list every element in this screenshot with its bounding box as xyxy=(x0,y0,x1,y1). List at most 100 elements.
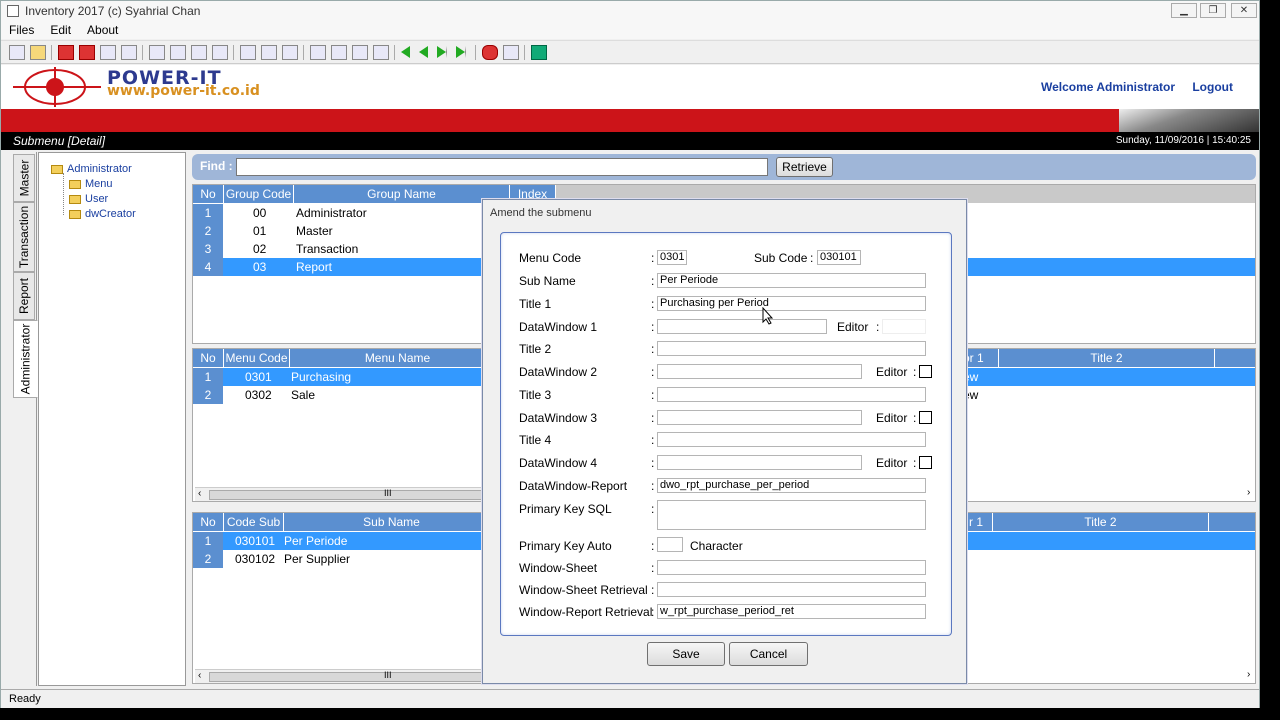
title-bar: Inventory 2017 (c) Syahrial Chan ▁ ❐ ✕ xyxy=(1,1,1259,21)
menu-about[interactable]: About xyxy=(79,23,126,37)
save-icon[interactable] xyxy=(9,44,25,60)
col-code-sub[interactable]: Code Sub xyxy=(224,513,284,531)
first-record-icon[interactable] xyxy=(401,46,410,58)
col-no[interactable]: No xyxy=(193,513,224,531)
tab-administrator[interactable]: Administrator xyxy=(13,320,38,398)
editor1-field[interactable] xyxy=(882,319,926,334)
table-icon[interactable] xyxy=(373,44,389,60)
heart-icon[interactable] xyxy=(482,44,498,60)
exit-icon[interactable] xyxy=(531,44,547,60)
columns-icon[interactable] xyxy=(170,44,186,60)
window-title: Inventory 2017 (c) Syahrial Chan xyxy=(25,4,201,18)
menu-code-field[interactable]: 0301 xyxy=(657,250,687,265)
filter-icon[interactable] xyxy=(282,44,298,60)
col-menu-name[interactable]: Menu Name xyxy=(290,349,506,367)
find-input[interactable] xyxy=(236,158,768,176)
editor3-checkbox[interactable] xyxy=(919,411,932,424)
window-sheet-field[interactable] xyxy=(657,560,926,575)
horizontal-scrollbar[interactable]: ‹ III xyxy=(195,487,485,501)
keyboard-image xyxy=(1119,109,1259,132)
col-group-name[interactable]: Group Name xyxy=(294,185,510,203)
subheader-bar: Submenu [Detail] Sunday, 11/09/2016 | 15… xyxy=(1,132,1259,150)
copy-icon[interactable] xyxy=(331,44,347,60)
retrieve-button[interactable]: Retrieve xyxy=(776,157,833,177)
title4-label: Title 4 xyxy=(519,433,552,447)
window-icon[interactable] xyxy=(121,44,137,60)
form-icon[interactable] xyxy=(261,44,277,60)
tab-master[interactable]: Master xyxy=(13,154,35,202)
tree-node-dwcreator[interactable]: dwCreator xyxy=(69,208,136,220)
amend-submenu-dialog: Amend the submenu Menu Code : 0301 Sub C… xyxy=(482,199,967,684)
new-doc-icon[interactable] xyxy=(240,44,256,60)
app-header: POWER-IT www.power-it.co.id Welcome Admi… xyxy=(1,65,1259,109)
scroll-right-icon[interactable]: › xyxy=(1247,669,1250,680)
horizontal-scrollbar[interactable]: ‹ III xyxy=(195,669,485,683)
menu-edit[interactable]: Edit xyxy=(42,23,79,37)
find-bar: Find : Retrieve xyxy=(192,154,1256,180)
menu-tree: Administrator Menu User dwCreator xyxy=(38,152,186,686)
datawindow4-field[interactable] xyxy=(657,455,862,470)
datawindow1-field[interactable] xyxy=(657,319,827,334)
brand-url: www.power-it.co.id xyxy=(107,83,260,99)
datawindow3-field[interactable] xyxy=(657,410,862,425)
sub-name-label: Sub Name xyxy=(519,274,576,288)
col-sub-name[interactable]: Sub Name xyxy=(284,513,500,531)
delete-record-icon[interactable] xyxy=(79,44,95,60)
col-group-code[interactable]: Group Code xyxy=(224,185,294,203)
print-icon[interactable] xyxy=(212,44,228,60)
col-title2[interactable]: Title 2 xyxy=(999,349,1215,367)
title3-field[interactable] xyxy=(657,387,926,402)
primary-key-auto-field[interactable] xyxy=(657,537,683,552)
app-window: Inventory 2017 (c) Syahrial Chan ▁ ❐ ✕ F… xyxy=(0,0,1260,708)
window-sheet-label: Window-Sheet xyxy=(519,561,598,575)
save-button[interactable]: Save xyxy=(647,642,725,666)
paste-icon[interactable] xyxy=(352,44,368,60)
title3-label: Title 3 xyxy=(519,388,552,402)
col-title2[interactable]: Title 2 xyxy=(993,513,1209,531)
sort-icon[interactable] xyxy=(310,44,326,60)
preview-icon[interactable] xyxy=(191,44,207,60)
welcome-text: Welcome Administrator xyxy=(1040,80,1175,94)
field-group: Menu Code : 0301 Sub Code : 030101 Sub N… xyxy=(500,232,952,636)
sub-code-field[interactable]: 030101 xyxy=(817,250,861,265)
title2-field[interactable] xyxy=(657,341,926,356)
editor2-checkbox[interactable] xyxy=(919,365,932,378)
grid-icon[interactable] xyxy=(149,44,165,60)
col-menu-code[interactable]: Menu Code xyxy=(224,349,290,367)
title4-field[interactable] xyxy=(657,432,926,447)
key-icon[interactable] xyxy=(100,44,116,60)
window-report-retrieval-field[interactable]: w_rpt_purchase_period_ret xyxy=(657,604,926,619)
title1-field[interactable]: Purchasing per Period xyxy=(657,296,926,311)
folder-icon xyxy=(69,209,81,219)
tree-node-menu[interactable]: Menu xyxy=(69,178,113,190)
minimize-button[interactable]: ▁ xyxy=(1171,3,1197,18)
datawindow2-field[interactable] xyxy=(657,364,862,379)
tree-node-user[interactable]: User xyxy=(69,193,108,205)
character-label: Character xyxy=(690,539,743,553)
next-record-icon[interactable] xyxy=(437,46,447,58)
title1-label: Title 1 xyxy=(519,297,552,311)
menu-files[interactable]: Files xyxy=(1,23,42,37)
datawindow-report-field[interactable]: dwo_rpt_purchase_per_period xyxy=(657,478,926,493)
last-record-icon[interactable] xyxy=(456,46,466,58)
tree-node-administrator[interactable]: Administrator xyxy=(51,163,132,175)
open-folder-icon[interactable] xyxy=(30,44,46,60)
scroll-right-icon[interactable]: › xyxy=(1247,487,1250,498)
logout-link[interactable]: Logout xyxy=(1192,80,1233,94)
prev-record-icon[interactable] xyxy=(419,46,428,58)
editor4-checkbox[interactable] xyxy=(919,456,932,469)
sub-name-field[interactable]: Per Periode xyxy=(657,273,926,288)
window-sheet-retrieval-field[interactable] xyxy=(657,582,926,597)
primary-key-sql-field[interactable] xyxy=(657,500,926,530)
folder-icon xyxy=(69,179,81,189)
chart-icon[interactable] xyxy=(503,44,519,60)
col-no[interactable]: No xyxy=(193,185,224,203)
close-button[interactable]: ✕ xyxy=(1231,3,1257,18)
restore-button[interactable]: ❐ xyxy=(1200,3,1226,18)
cancel-button[interactable]: Cancel xyxy=(729,642,808,666)
toolbar xyxy=(1,40,1259,64)
tab-transaction[interactable]: Transaction xyxy=(13,202,35,272)
add-record-icon[interactable] xyxy=(58,44,74,60)
tab-report[interactable]: Report xyxy=(13,272,35,320)
col-no[interactable]: No xyxy=(193,349,224,367)
